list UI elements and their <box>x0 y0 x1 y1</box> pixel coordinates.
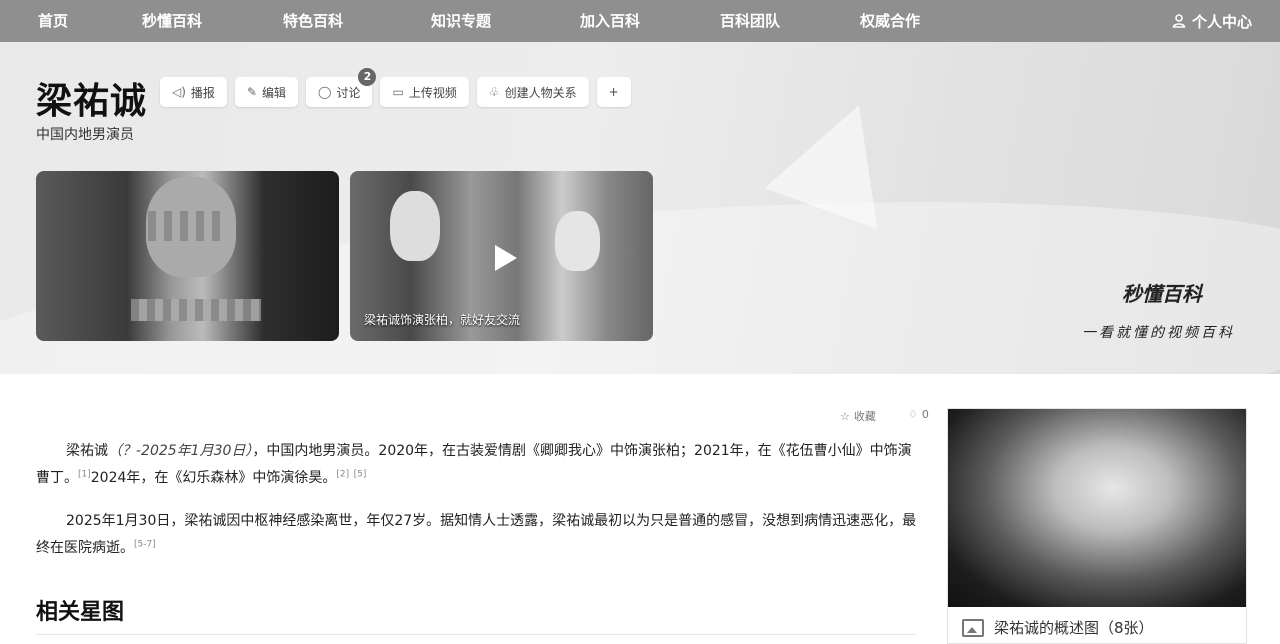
thumb-icon: ♢ <box>908 408 918 421</box>
like-button[interactable]: ♢ 0 <box>908 408 929 421</box>
page-subtitle: 中国内地男演员 <box>36 127 134 143</box>
nav-home[interactable]: 首页 <box>38 0 68 42</box>
create-relation-label: 创建人物关系 <box>504 85 577 100</box>
summary-photo[interactable] <box>948 409 1246 607</box>
summary-caption-label: 梁祐诚的概述图（8张） <box>994 619 1154 637</box>
entry-content: ☆ 收藏 ♢ 0 梁祐诚（？-2025年1月30日），中国内地男演员。2020年… <box>0 374 1280 644</box>
upload-video-label: 上传视频 <box>408 85 457 100</box>
video-icon: ▭ <box>392 85 404 99</box>
mosaic-blur <box>131 299 261 321</box>
entry-hero: 梁祐诚 中国内地男演员 ◁) 播报 ✎ 编辑 ◯ 讨论 2 ▭ 上传视频 ♧ 创… <box>0 42 1280 374</box>
brand-slogan: 一看就懂的视频百科 <box>1082 325 1235 341</box>
gallery-icon <box>962 618 984 637</box>
discuss-label: 讨论 <box>336 85 361 100</box>
chat-icon: ◯ <box>318 85 332 99</box>
reference-link[interactable]: [1] <box>78 469 91 479</box>
summary-caption[interactable]: 梁祐诚的概述图（8张） <box>962 617 1154 638</box>
edit-label: 编辑 <box>262 85 287 100</box>
speaker-icon: ◁) <box>172 85 186 99</box>
entry-dates: （？-2025年1月30日） <box>108 443 253 459</box>
add-button[interactable]: + <box>596 77 631 107</box>
section-title: 相关星图 <box>36 600 125 625</box>
user-center-label: 个人中心 <box>1191 12 1252 31</box>
death-text: 2025年1月30日，梁祐诚因中枢神经感染离世，年仅27岁。据知情人士透露，梁祐… <box>36 513 917 556</box>
nav-featured[interactable]: 特色百科 <box>283 0 343 42</box>
intro-text: 2024年，在《幻乐森林》中饰演徐昊。 <box>90 470 337 486</box>
nav-team[interactable]: 百科团队 <box>720 0 780 42</box>
intro-paragraph: 梁祐诚（？-2025年1月30日），中国内地男演员。2020年，在古装爱情剧《卿… <box>36 438 918 492</box>
entry-photo[interactable] <box>36 171 339 341</box>
discuss-button[interactable]: ◯ 讨论 2 <box>306 68 377 107</box>
play-icon[interactable] <box>485 239 521 275</box>
favorite-label: 收藏 <box>853 410 876 423</box>
nav-topics[interactable]: 知识专题 <box>431 0 491 42</box>
discuss-count-badge: 2 <box>358 68 377 86</box>
broadcast-label: 播报 <box>190 85 215 100</box>
reference-link[interactable]: [5] <box>354 469 367 479</box>
top-navigation: 首页 秒懂百科 特色百科 知识专题 加入百科 百科团队 权威合作 个人中心 <box>0 0 1280 42</box>
nav-join[interactable]: 加入百科 <box>580 0 640 42</box>
nav-partners[interactable]: 权威合作 <box>860 0 920 42</box>
summary-image-card[interactable]: 梁祐诚的概述图（8张） <box>947 408 1247 644</box>
create-relation-button[interactable]: ♧ 创建人物关系 <box>476 77 589 107</box>
person-face <box>390 191 440 261</box>
reference-link[interactable]: [5-7] <box>134 539 156 549</box>
user-icon <box>1172 14 1186 28</box>
nav-miaodong[interactable]: 秒懂百科 <box>142 0 202 42</box>
entry-video[interactable]: 梁祐诚饰演张柏，就好友交流 <box>350 171 653 341</box>
divider <box>36 634 916 635</box>
like-count: 0 <box>921 408 929 421</box>
user-center-link[interactable]: 个人中心 <box>1172 0 1252 42</box>
edit-button[interactable]: ✎ 编辑 <box>234 77 299 107</box>
relation-icon: ♧ <box>488 85 500 99</box>
pencil-icon: ✎ <box>246 85 257 99</box>
entry-name: 梁祐诚 <box>66 443 108 459</box>
page-title: 梁祐诚 <box>36 81 148 122</box>
entry-actions: ◁) 播报 ✎ 编辑 ◯ 讨论 2 ▭ 上传视频 ♧ 创建人物关系 + <box>160 68 631 107</box>
upload-video-button[interactable]: ▭ 上传视频 <box>380 77 469 107</box>
star-icon: ☆ <box>840 409 850 423</box>
death-paragraph: 2025年1月30日，梁祐诚因中枢神经感染离世，年仅27岁。据知情人士透露，梁祐… <box>36 508 918 562</box>
person-face <box>555 211 600 271</box>
mosaic-blur <box>148 211 228 241</box>
video-caption: 梁祐诚饰演张柏，就好友交流 <box>364 313 521 327</box>
add-icon: + <box>608 85 619 99</box>
favorite-button[interactable]: ☆ 收藏 <box>840 408 876 424</box>
brand-logo: 秒懂百科 <box>1122 282 1202 306</box>
reference-link[interactable]: [2] <box>336 469 349 479</box>
broadcast-button[interactable]: ◁) 播报 <box>160 77 227 107</box>
